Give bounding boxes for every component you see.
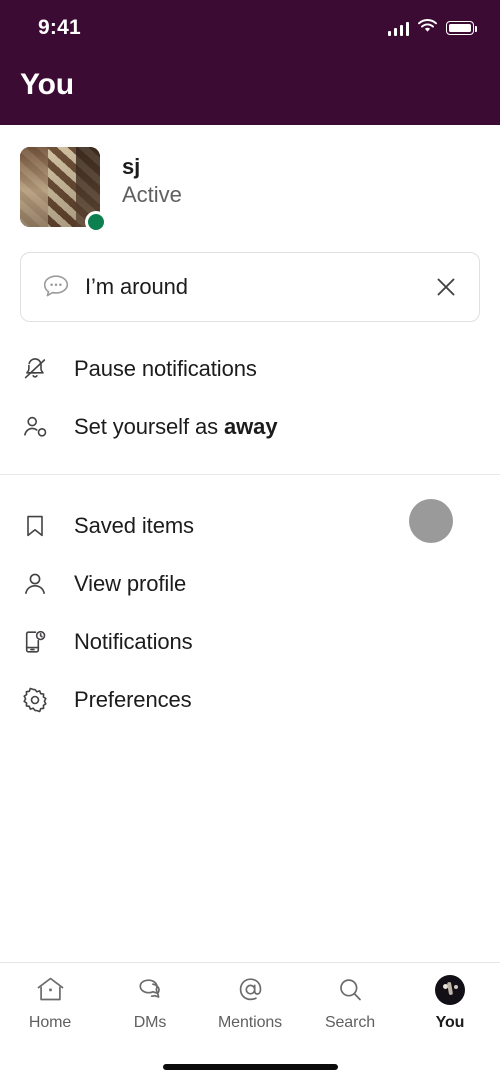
home-indicator: [0, 1054, 500, 1080]
tab-list: Home DMs Mentions Search You: [0, 963, 500, 1054]
menu-item-label-strong: away: [224, 414, 278, 439]
presence-active-dot: [85, 211, 107, 233]
menu-item-set-yourself-as-away[interactable]: Set yourself as away: [20, 398, 480, 456]
tab-home[interactable]: Home: [0, 973, 100, 1054]
person-away-icon: [20, 412, 50, 442]
tab-dms[interactable]: DMs: [100, 973, 200, 1054]
phone-bell-icon: [20, 627, 50, 657]
tab-label: Search: [324, 1014, 376, 1031]
menu-item-view-profile[interactable]: View profile: [20, 555, 480, 613]
bell-slash-icon: [20, 354, 50, 384]
at-icon: [235, 973, 266, 1007]
menu-item-pause-notifications[interactable]: Pause notifications: [20, 340, 480, 398]
ios-status-bar: 9:41: [0, 0, 500, 56]
profile-name: sj: [122, 154, 141, 179]
tab-label: You: [435, 1014, 465, 1031]
battery-full-icon: [446, 21, 477, 35]
tab-search[interactable]: Search: [300, 973, 400, 1054]
wifi-icon: [418, 18, 437, 38]
status-field[interactable]: I’m around: [20, 252, 480, 322]
search-icon: [335, 973, 366, 1007]
menu-item-preferences[interactable]: Preferences: [20, 671, 480, 729]
tab-you[interactable]: You: [400, 973, 500, 1054]
screen-body: sj Active I’m around Pause notifications…: [0, 125, 500, 962]
bottom-tab-bar: Home DMs Mentions Search You: [0, 962, 500, 1080]
bookmark-icon: [20, 511, 50, 541]
avatar[interactable]: [20, 147, 107, 233]
close-icon[interactable]: [431, 274, 461, 300]
home-icon: [35, 973, 66, 1007]
speech-balloon-icon: [41, 273, 75, 301]
slack-you-screen: 9:41 You sj Active I’m around Pause noti…: [0, 0, 500, 1080]
person-icon: [20, 569, 50, 599]
tab-label: Mentions: [217, 1014, 283, 1031]
menu-item-notifications[interactable]: Notifications: [20, 613, 480, 671]
menu-item-label: Preferences: [74, 687, 192, 712]
profile-presence-label: Active: [122, 181, 182, 207]
status-bar-time: 9:41: [38, 16, 81, 39]
status-text[interactable]: I’m around: [75, 274, 431, 300]
gear-icon: [20, 685, 50, 715]
cursor-indicator: [409, 499, 453, 543]
app-header: 9:41 You: [0, 0, 500, 125]
menu-item-label-prefix: Set yourself as: [74, 414, 225, 439]
tab-label: Home: [28, 1014, 72, 1031]
menu-item-label: Pause notifications: [74, 356, 257, 381]
tab-label: DMs: [133, 1014, 167, 1031]
profile-row[interactable]: sj Active: [0, 125, 500, 233]
avatar-icon: [435, 973, 465, 1007]
menu-item-label: Set yourself as away: [74, 414, 278, 440]
tab-mentions[interactable]: Mentions: [200, 973, 300, 1054]
profile-text: sj Active: [122, 147, 182, 210]
chat-icon: [135, 973, 166, 1007]
menu-item-label: Saved items: [74, 513, 194, 538]
menu-item-label: Notifications: [74, 629, 193, 654]
menu-group-status: Pause notifications Set yourself as away: [0, 322, 500, 474]
menu-item-label: View profile: [74, 571, 187, 596]
cellular-signal-icon: [387, 21, 409, 36]
page-title: You: [20, 68, 74, 101]
status-bar-icons: [387, 18, 477, 38]
